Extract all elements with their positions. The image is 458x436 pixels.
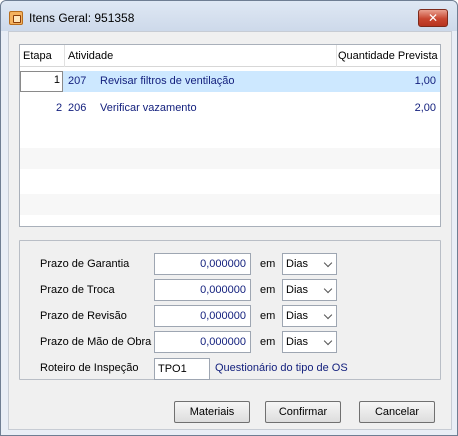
prazo-revisao-label: Prazo de Revisão [40, 310, 127, 322]
prazo-revisao-input[interactable]: 0,000000 [154, 305, 251, 327]
roteiro-description: Questionário do tipo de OS [215, 362, 348, 374]
column-separator [64, 45, 65, 67]
activity-quantity: 2,00 [414, 102, 436, 114]
empty-row [20, 194, 440, 215]
roteiro-label: Roteiro de Inspeção [40, 362, 139, 374]
prazo-garantia-label: Prazo de Garantia [40, 258, 130, 270]
prazo-garantia-em: em [260, 258, 276, 270]
app-icon [9, 11, 23, 25]
column-header-etapa[interactable]: Etapa [23, 50, 52, 64]
prazo-mao-obra-em: em [260, 336, 276, 348]
etapa-value: 2 [56, 102, 63, 114]
prazo-mao-obra-label: Prazo de Mão de Obra [40, 336, 152, 348]
prazo-troca-unit-select[interactable]: Dias [282, 279, 337, 301]
prazo-troca-input[interactable]: 0,000000 [154, 279, 251, 301]
dialog-window: Itens Geral: 951358 ✕ Etapa Atividade Qu… [0, 0, 458, 436]
grid-header: Etapa Atividade Quantidade Prevista [20, 45, 440, 67]
etapa-cell-editor[interactable]: 1 [20, 71, 63, 92]
prazo-mao-obra-unit-select[interactable]: Dias [282, 331, 337, 353]
window-title: Itens Geral: 951358 [29, 11, 135, 25]
empty-row [20, 148, 440, 169]
confirmar-button[interactable]: Confirmar [265, 401, 341, 423]
activity-code: 207 [68, 75, 87, 87]
prazo-troca-label: Prazo de Troca [40, 284, 115, 296]
chevron-down-icon [323, 284, 333, 294]
activity-quantity: 1,00 [414, 75, 436, 87]
dialog-content: Etapa Atividade Quantidade Prevista 1 20… [8, 31, 452, 430]
close-button[interactable]: ✕ [418, 9, 448, 27]
selected-unit: Dias [286, 258, 309, 270]
activities-grid[interactable]: Etapa Atividade Quantidade Prevista 1 20… [19, 44, 441, 227]
column-separator [336, 45, 337, 67]
selected-unit: Dias [286, 336, 309, 348]
roteiro-input[interactable]: TPO1 [154, 358, 210, 380]
selected-unit: Dias [286, 310, 309, 322]
chevron-down-icon [323, 258, 333, 268]
activity-code: 206 [68, 102, 87, 114]
prazo-revisao-unit-select[interactable]: Dias [282, 305, 337, 327]
activity-description: Revisar filtros de ventilação [100, 75, 235, 87]
column-header-quantidade[interactable]: Quantidade Prevista [338, 50, 438, 64]
prazo-troca-em: em [260, 284, 276, 296]
empty-row [20, 125, 440, 146]
selected-unit: Dias [286, 284, 309, 296]
table-row[interactable]: 2 206 Verificar vazamento 2,00 [20, 98, 440, 119]
empty-row [20, 171, 440, 192]
chevron-down-icon [323, 310, 333, 320]
activity-description: Verificar vazamento [100, 102, 197, 114]
etapa-value: 1 [53, 74, 60, 86]
prazo-garantia-unit-select[interactable]: Dias [282, 253, 337, 275]
cancelar-button[interactable]: Cancelar [359, 401, 435, 423]
prazo-revisao-em: em [260, 310, 276, 322]
deadlines-panel: Prazo de Garantia 0,000000 em Dias Prazo… [19, 240, 441, 380]
prazo-garantia-input[interactable]: 0,000000 [154, 253, 251, 275]
materiais-button[interactable]: Materiais [174, 401, 250, 423]
title-bar[interactable]: Itens Geral: 951358 ✕ [1, 1, 457, 31]
table-row[interactable]: 1 207 Revisar filtros de ventilação 1,00 [20, 71, 440, 92]
column-header-atividade[interactable]: Atividade [68, 50, 113, 64]
prazo-mao-obra-input[interactable]: 0,000000 [154, 331, 251, 353]
chevron-down-icon [323, 336, 333, 346]
